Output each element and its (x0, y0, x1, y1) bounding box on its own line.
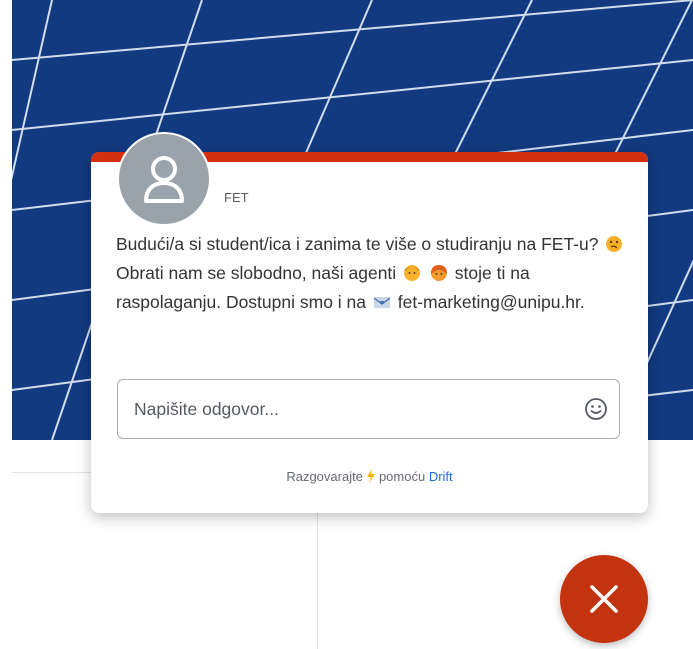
chat-message: Budući/a si student/ica i zanima te više… (116, 230, 636, 317)
thinking-emoji (606, 236, 623, 252)
contact-email[interactable]: fet-marketing@unipu.hr. (393, 292, 585, 312)
smiley-icon[interactable] (583, 396, 609, 422)
lightning-icon (366, 469, 375, 483)
close-icon (590, 585, 618, 613)
drift-link[interactable]: Drift (429, 469, 453, 484)
powered-by: Razgovarajte pomoću Drift (91, 469, 648, 484)
sender-name: FET (224, 190, 249, 205)
user-silhouette-icon (117, 132, 211, 226)
reply-box (117, 379, 620, 439)
man-emoji (404, 265, 421, 281)
powered-prefix: Razgovarajte (286, 469, 363, 484)
close-chat-button[interactable] (560, 555, 648, 643)
chat-message-card: FET Budući/a si student/ica i zanima te … (91, 132, 648, 513)
woman-emoji (430, 265, 447, 281)
message-text-1: Budući/a si student/ica i zanima te više… (116, 234, 604, 254)
powered-middle: pomoću (378, 469, 426, 484)
message-text-2: Obrati nam se slobodno, naši agenti (116, 263, 402, 283)
envelope-emoji (373, 297, 391, 308)
reply-input[interactable] (134, 380, 564, 438)
